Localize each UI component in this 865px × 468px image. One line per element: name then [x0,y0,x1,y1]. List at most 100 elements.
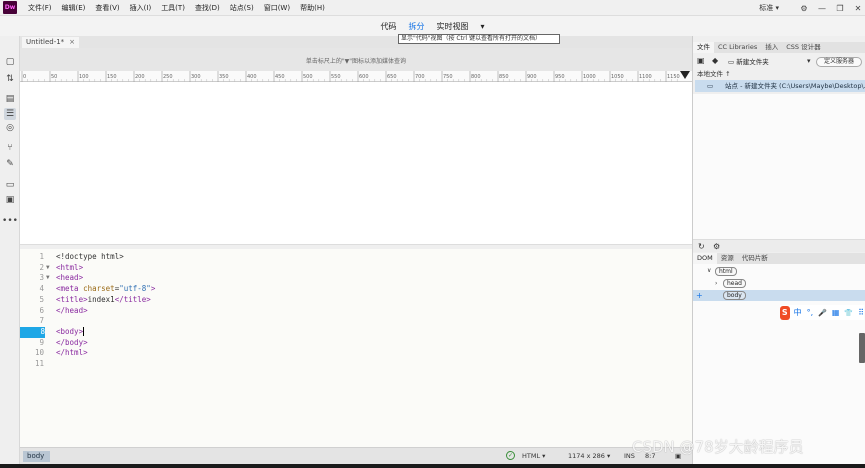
chevron-down-icon[interactable]: ▾ [807,57,811,65]
code-line[interactable]: 8 <body> [20,326,692,338]
target-icon[interactable]: ◎ [4,122,16,134]
menu-edit[interactable]: 编辑(E) [57,3,91,13]
menu-right: 标准 ▾ ⚙ — ❐ ✕ [759,0,865,16]
code-text: <!doctype html> [56,252,124,263]
dom-node-head[interactable]: head [723,279,746,288]
dom-node-body[interactable]: body [723,291,746,300]
files-tree[interactable] [693,94,865,239]
settings-icon[interactable]: ⚙ [713,242,720,251]
code-line[interactable]: 7 [20,316,692,327]
chevron-down-icon: ▾ [775,4,779,12]
fold-toggle-icon[interactable]: ▼ [46,263,50,274]
code-token: <head> [56,273,84,283]
chevron-right-icon[interactable]: › [715,280,717,287]
site-icon[interactable]: ◆ [712,56,718,65]
media-query-bar[interactable]: 单击标尺上的"▼"图标以添加媒体查询 [20,48,692,71]
ruler[interactable]: 0 50 100 150 200 250 300 350 400 450 500 550 600 650 7… [20,71,692,82]
dom-selected-row[interactable]: + body [693,290,865,301]
document-tabs: Untitled-1* × [20,36,692,48]
menu-view[interactable]: 查看(V) [90,3,124,13]
tab-css-designer[interactable]: CSS 设计器 [782,42,824,53]
define-server-button[interactable]: 定义服务器 [816,57,862,67]
dom-tree[interactable]: ∨ html › head + body [693,264,865,464]
files-footer: ↻ ⚙ [693,239,865,252]
tab-files[interactable]: 文件 [693,42,714,53]
document-type-label: HTML [522,452,541,460]
tab-dom[interactable]: DOM [693,253,717,264]
tab-insert[interactable]: 插入 [761,42,782,53]
code-token: <title> [56,294,88,304]
sogou-logo-icon[interactable]: S [780,305,790,320]
code-line[interactable]: 4 <meta charset="utf-8"> [20,284,692,295]
code-editor[interactable]: 1 <!doctype html> 2 ▼ <html> 3 ▼ <head> 4 <meta c… [20,249,692,447]
gear-icon[interactable]: ⚙ [797,2,811,14]
file-icon[interactable]: ▢ [4,56,16,68]
menu-file[interactable]: 文件(F) [23,3,57,13]
file-management-icon[interactable]: ⇅ [4,73,16,85]
fold-toggle-icon[interactable]: ▼ [46,273,50,284]
ruler-tick-label: 350 [219,74,229,80]
line-number: 5 [39,294,44,304]
local-files-header[interactable]: 本地文件 ↑ [697,68,731,78]
code-line[interactable]: 11 [20,359,692,370]
menu-tools[interactable]: 工具(T) [156,3,190,13]
keyboard-icon[interactable]: ▦ [832,308,840,317]
tag-breadcrumb[interactable]: body [23,451,51,462]
code-line[interactable]: 1 <!doctype html> [20,252,692,263]
refresh-icon[interactable]: ↻ [698,242,705,251]
code-token: charset [83,284,115,294]
code-view-button[interactable]: 代码 [374,21,402,32]
pen-icon[interactable]: ✎ [4,158,16,170]
menu-site[interactable]: 站点(S) [225,3,259,13]
code-line[interactable]: 10 </html> [20,348,692,359]
window-size-select[interactable]: 1174 x 286 ▾ [568,451,610,462]
code-token: <body> [56,326,84,336]
menu-insert[interactable]: 插入(I) [125,3,157,13]
connect-icon[interactable]: ▣ [697,56,705,65]
more-icon[interactable]: ••• [2,215,18,227]
line-number: 2 [39,262,44,272]
side-grip[interactable] [859,333,865,363]
live-view-canvas[interactable] [20,82,692,244]
live-view-button[interactable]: 实时视图 [430,21,474,32]
view-dropdown-icon[interactable]: ▾ [474,22,490,31]
minimize-button[interactable]: — [815,2,829,14]
site-root-row[interactable]: ▭ 站点 - 新建文件夹 (C:\Users\Maybe\Desktop\... [695,80,865,92]
code-line[interactable]: 3 ▼ <head> [20,273,692,284]
dom-node-html[interactable]: html [715,267,737,276]
tab-snippets[interactable]: 代码片断 [738,253,772,264]
document-type-select[interactable]: HTML ▾ [522,451,545,462]
microphone-icon[interactable]: 🎤 [818,309,827,317]
skin-icon[interactable]: 👕 [844,309,853,317]
menu-find[interactable]: 查找(D) [190,3,225,13]
comment-icon[interactable]: ▭ [4,179,16,191]
tab-assets[interactable]: 资源 [717,253,738,264]
code-line[interactable]: 9 </body> [20,338,692,349]
add-icon[interactable]: + [696,291,703,300]
snippet-icon[interactable]: ▣ [4,194,16,206]
maximize-button[interactable]: ❐ [833,2,847,14]
document-tab[interactable]: Untitled-1* × [22,37,80,48]
code-token: "utf-8" [119,284,151,294]
line-number: 6 [39,305,44,315]
split-view-button[interactable]: 拆分 [402,21,430,32]
branch-icon[interactable]: ⑂ [4,142,16,154]
menu-help[interactable]: 帮助(H) [295,3,330,13]
chevron-down-icon[interactable]: ∨ [707,267,711,274]
ruler-tick-label: 500 [303,74,313,80]
code-line[interactable]: 5 <title>index1</title> [20,295,692,306]
inspect-icon[interactable]: ▤ [4,93,16,105]
menu-window[interactable]: 窗口(W) [259,3,295,13]
site-select[interactable]: ▭ 新建文件夹 [728,57,806,67]
media-query-marker-icon[interactable] [680,71,690,79]
close-icon[interactable]: × [69,38,75,46]
language-icon[interactable]: 中 [794,307,802,318]
grid-icon[interactable]: ⠿ [858,308,864,317]
code-line[interactable]: 6 </head> [20,306,692,317]
punctuation-icon[interactable]: °, [807,308,814,317]
tab-cc-libraries[interactable]: CC Libraries [714,42,761,53]
workspace-switcher[interactable]: 标准 ▾ [759,3,779,13]
code-line[interactable]: 2 ▼ <html> [20,263,692,274]
format-source-icon[interactable]: ☰ [4,108,16,120]
close-button[interactable]: ✕ [851,2,865,14]
